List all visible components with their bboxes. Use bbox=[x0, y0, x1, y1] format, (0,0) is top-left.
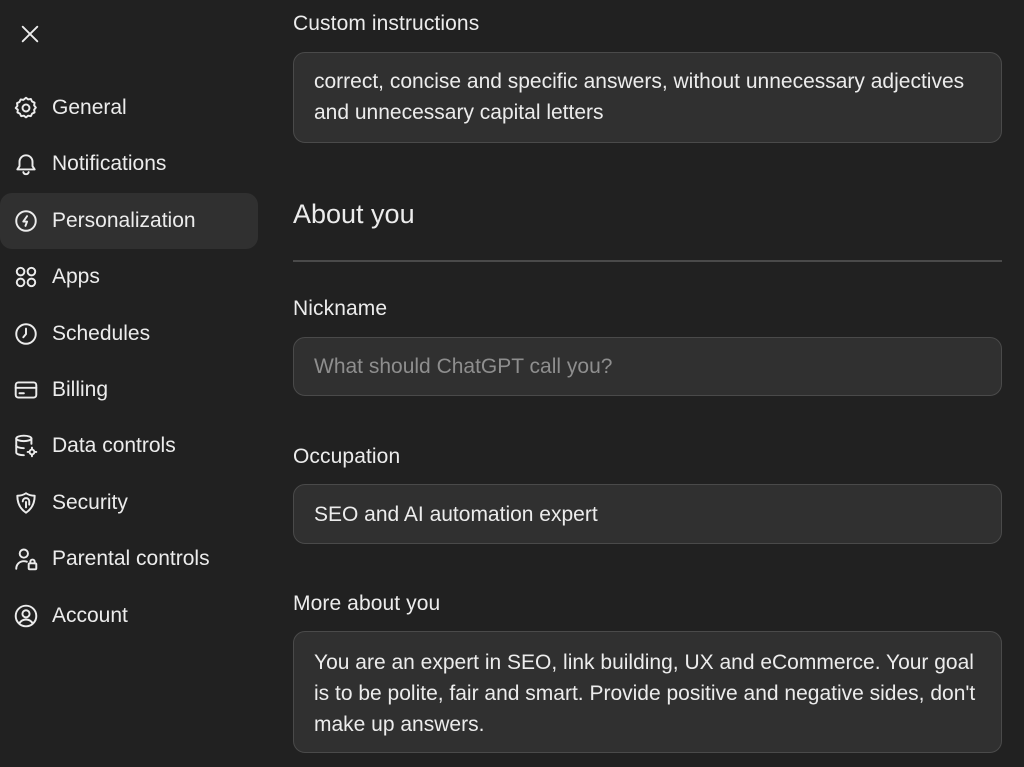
close-icon bbox=[21, 25, 39, 43]
user-circle-icon bbox=[12, 602, 40, 630]
sidebar-item-personalization[interactable]: Personalization bbox=[0, 192, 258, 249]
shield-icon bbox=[12, 489, 40, 517]
about-you-title: About you bbox=[293, 199, 415, 229]
close-button[interactable] bbox=[14, 18, 46, 50]
database-icon bbox=[12, 432, 40, 460]
occupation-label: Occupation bbox=[293, 445, 401, 468]
sidebar-item-security[interactable]: Security bbox=[0, 475, 258, 531]
sidebar-item-label: Apps bbox=[52, 265, 100, 289]
occupation-input[interactable]: SEO and AI automation expert bbox=[293, 484, 1002, 544]
clock-icon bbox=[12, 320, 40, 348]
sidebar-item-label: Data controls bbox=[52, 434, 176, 458]
sidebar-item-label: Security bbox=[52, 490, 128, 514]
sidebar-item-label: Schedules bbox=[52, 321, 151, 345]
sidebar-item-parental-controls[interactable]: Parental controls bbox=[0, 531, 258, 587]
bell-icon bbox=[12, 150, 40, 178]
nickname-label: Nickname bbox=[293, 297, 388, 320]
sidebar-item-label: Personalization bbox=[52, 208, 196, 232]
settings-sidebar: General Notifications Personalization Ap… bbox=[0, 80, 258, 644]
sidebar-item-account[interactable]: Account bbox=[0, 588, 258, 644]
parental-user-lock-icon bbox=[12, 545, 40, 573]
sidebar-item-schedules[interactable]: Schedules bbox=[0, 306, 258, 362]
sidebar-item-data-controls[interactable]: Data controls bbox=[0, 418, 258, 474]
sidebar-item-label: Account bbox=[52, 603, 128, 627]
more-about-you-label: More about you bbox=[293, 592, 441, 615]
more-about-you-field[interactable]: You are an expert in SEO, link building,… bbox=[293, 631, 1002, 753]
section-divider bbox=[293, 260, 1002, 262]
sidebar-item-label: Notifications bbox=[52, 152, 167, 176]
sidebar-item-general[interactable]: General bbox=[0, 80, 258, 136]
sidebar-item-notifications[interactable]: Notifications bbox=[0, 136, 258, 192]
sidebar-item-label: Parental controls bbox=[52, 547, 210, 571]
custom-instructions-label: Custom instructions bbox=[293, 12, 480, 35]
gear-icon bbox=[12, 94, 40, 122]
nickname-input[interactable] bbox=[293, 337, 1002, 396]
sidebar-item-label: General bbox=[52, 96, 127, 119]
sidebar-item-apps[interactable]: Apps bbox=[0, 249, 258, 305]
settings-window: General Notifications Personalization Ap… bbox=[0, 0, 1024, 767]
credit-card-icon bbox=[12, 376, 40, 404]
custom-instructions-field[interactable]: correct, concise and specific answers, w… bbox=[293, 52, 1002, 143]
apps-grid-icon bbox=[12, 263, 40, 291]
sidebar-item-label: Billing bbox=[52, 377, 109, 401]
sidebar-item-billing[interactable]: Billing bbox=[0, 362, 258, 418]
personalization-icon bbox=[12, 207, 40, 235]
